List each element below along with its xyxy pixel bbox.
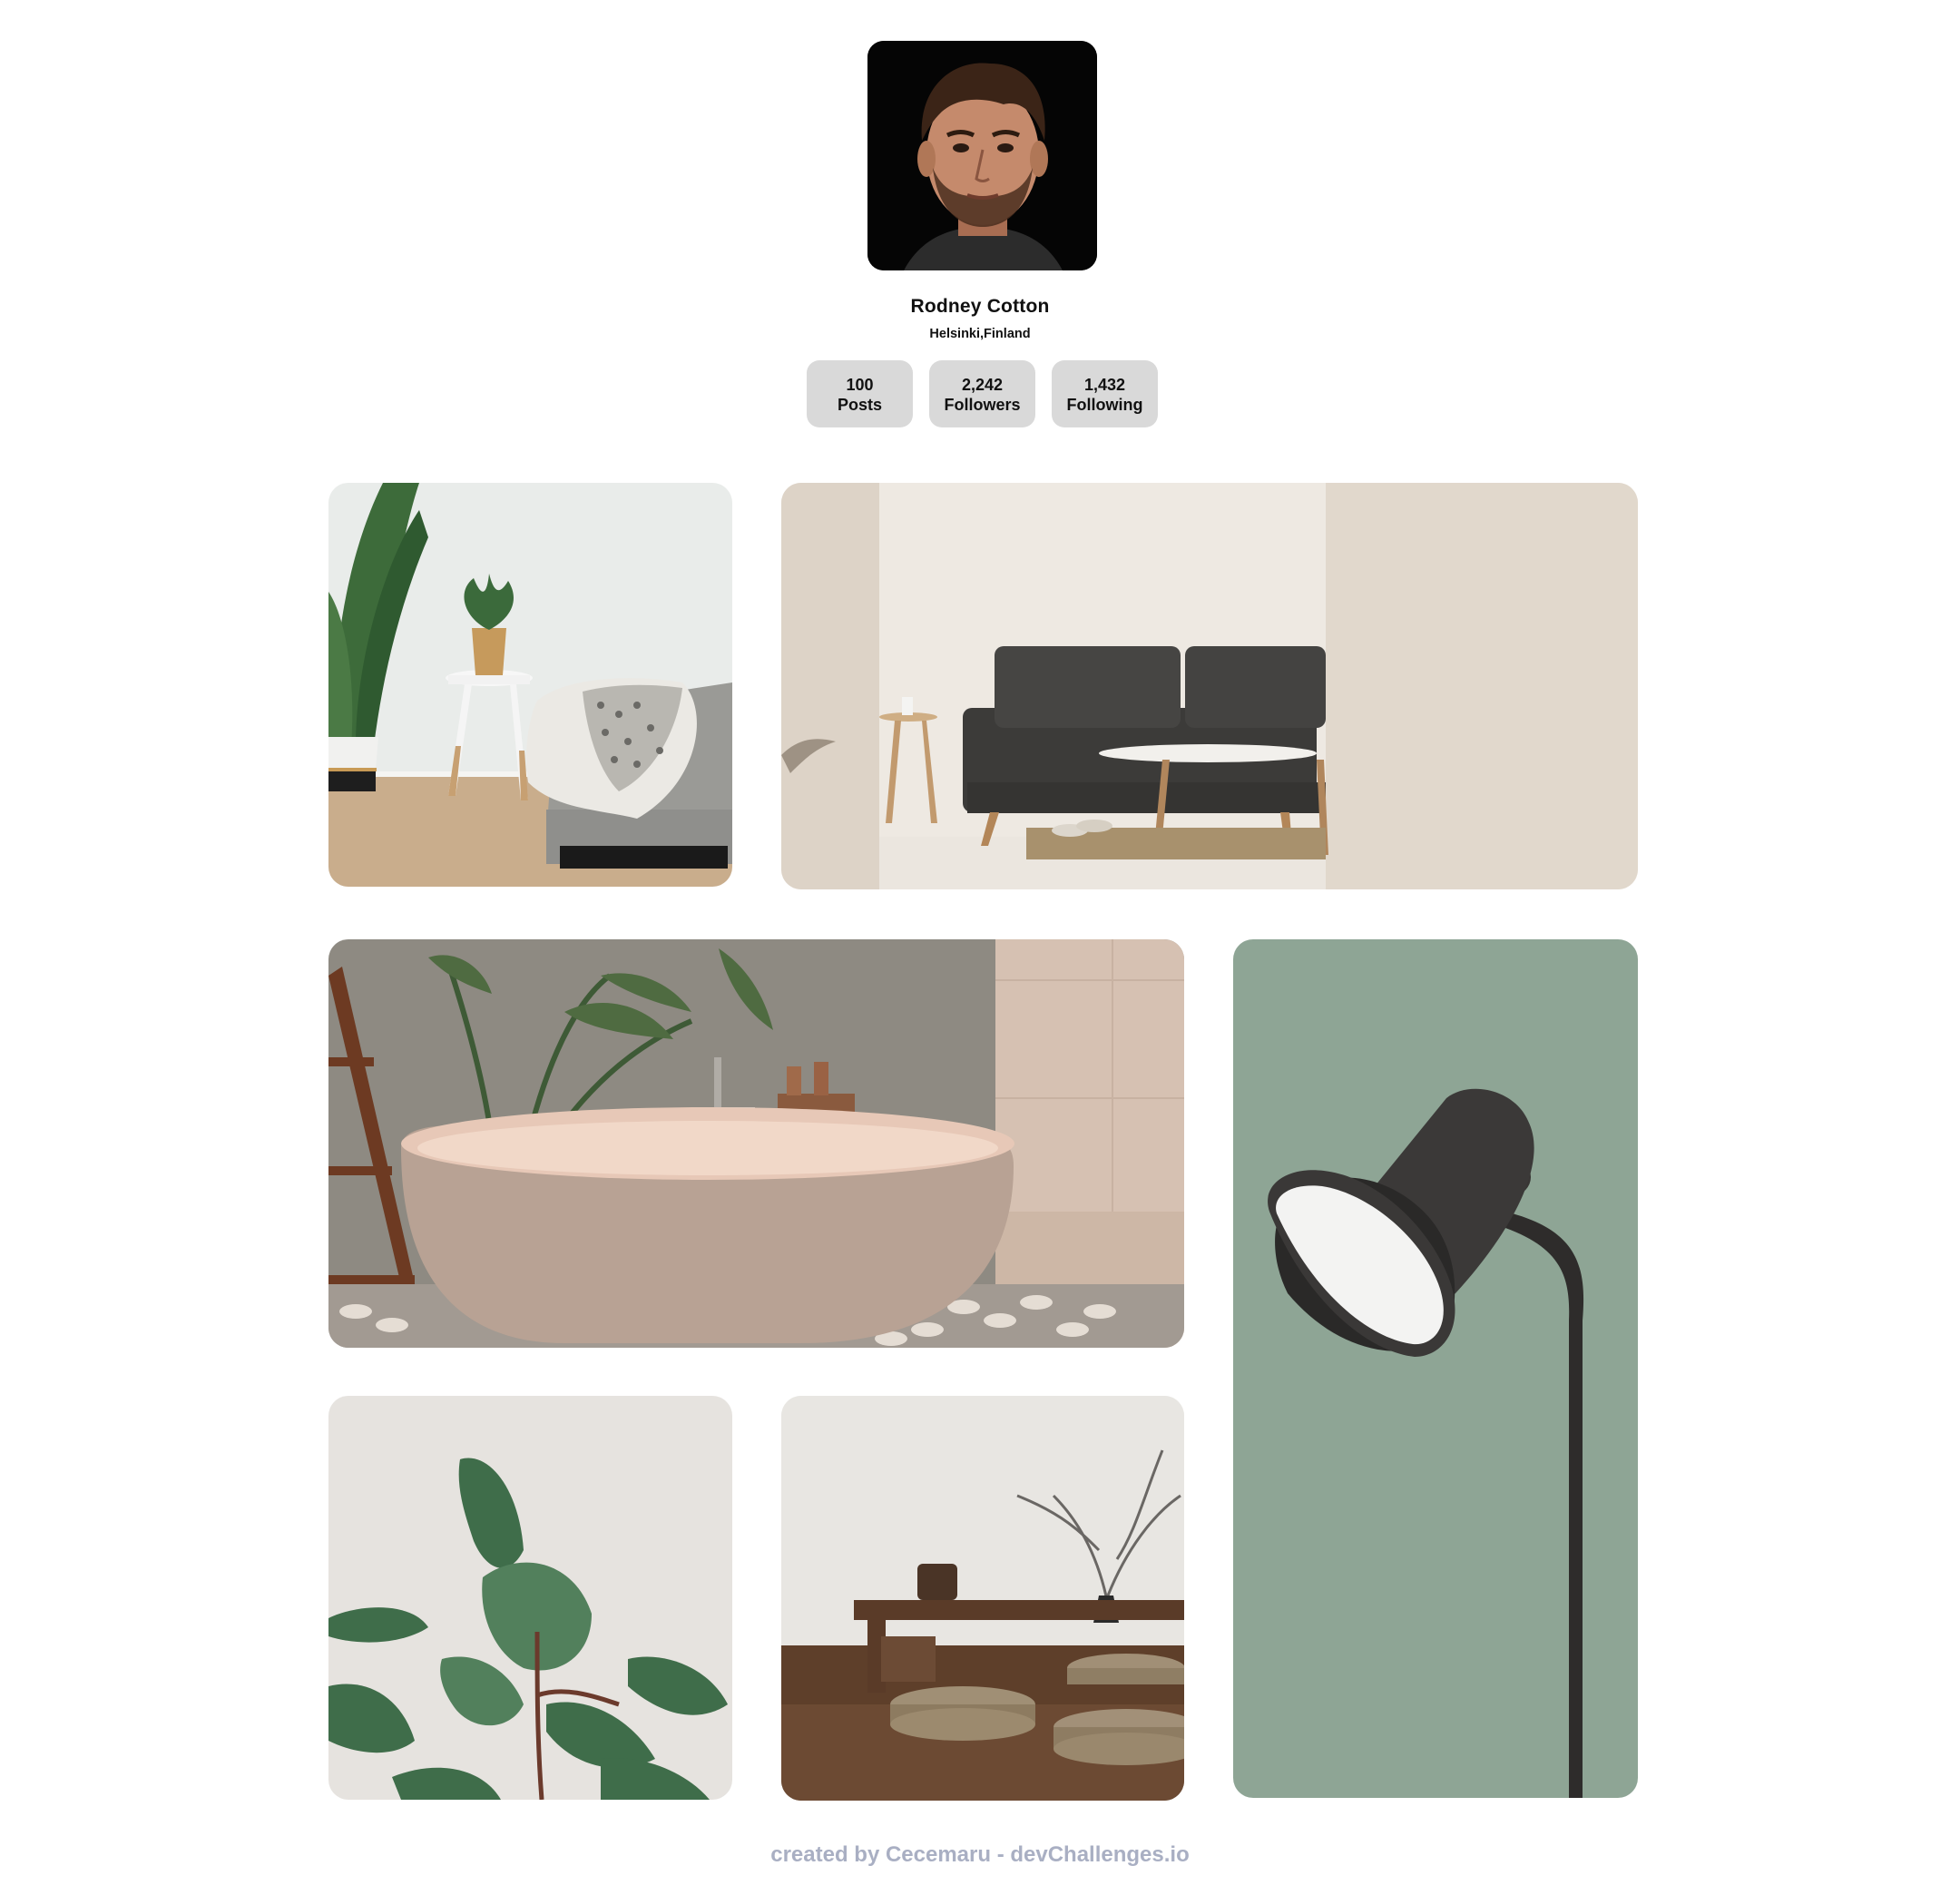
- stat-followers[interactable]: 2,242 Followers: [929, 360, 1035, 427]
- profile-location: Helsinki,Finland: [929, 327, 1031, 341]
- gallery-photo-plant[interactable]: [328, 1396, 732, 1800]
- gallery-photo-bedroom[interactable]: [328, 483, 732, 887]
- stat-following[interactable]: 1,432 Following: [1052, 360, 1158, 427]
- avatar: [867, 41, 1097, 270]
- gallery-photo-living-room[interactable]: [781, 483, 1638, 889]
- floor-lamp-image: [1233, 939, 1638, 1798]
- gallery-photo-floor-lamp[interactable]: [1233, 939, 1638, 1798]
- living-room-image: [781, 483, 1638, 889]
- profile-stats: 100 Posts 2,242 Followers 1,432 Followin…: [807, 360, 1158, 427]
- stat-posts-label: Posts: [837, 396, 883, 414]
- gallery-photo-low-table[interactable]: [781, 1396, 1184, 1801]
- bathtub-image: [328, 939, 1184, 1348]
- stat-following-label: Following: [1066, 396, 1143, 414]
- stat-following-value: 1,432: [1083, 376, 1126, 394]
- profile-name: Rodney Cotton: [910, 296, 1050, 317]
- bedroom-image: [328, 483, 732, 887]
- stat-posts[interactable]: 100 Posts: [807, 360, 913, 427]
- plant-image: [328, 1396, 732, 1800]
- low-table-image: [781, 1396, 1184, 1801]
- stat-followers-label: Followers: [944, 396, 1021, 414]
- stat-followers-value: 2,242: [961, 376, 1004, 394]
- stat-posts-value: 100: [846, 376, 874, 394]
- footer-credit[interactable]: created by Cecemaru - devChallenges.io: [0, 1842, 1960, 1868]
- avatar-portrait: [867, 41, 1097, 270]
- gallery-photo-bathtub[interactable]: [328, 939, 1184, 1348]
